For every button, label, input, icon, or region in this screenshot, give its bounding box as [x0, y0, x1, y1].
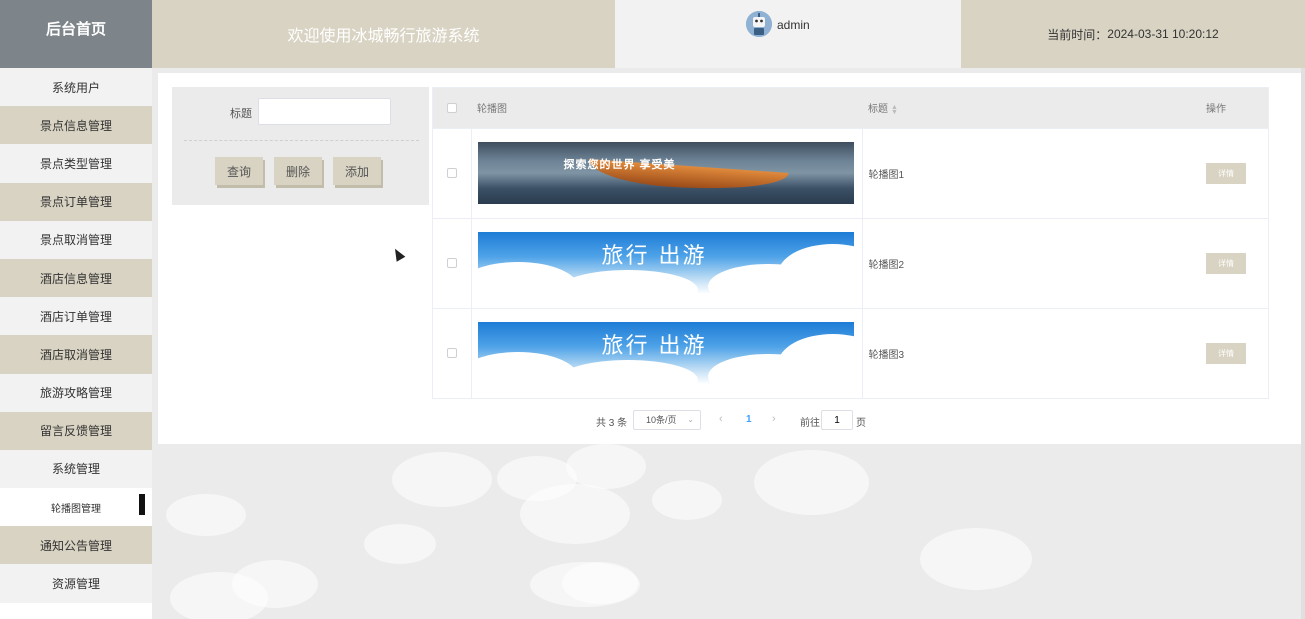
background-bubbles — [152, 444, 1305, 619]
sort-icon[interactable]: ▲ ▼ — [891, 104, 898, 116]
time-value: 2024-03-31 10:20:12 — [1107, 27, 1219, 41]
row-checkbox[interactable] — [446, 257, 457, 268]
sidebar-item-feedback[interactable]: 留言反馈管理 — [0, 411, 152, 450]
sidebar-item-attraction-info[interactable]: 景点信息管理 — [0, 106, 152, 145]
prev-page-icon[interactable]: ‹ — [719, 413, 723, 425]
sidebar-item-hotel-orders[interactable]: 酒店订单管理 — [0, 297, 152, 336]
banner-text: 旅行 出游 — [601, 334, 707, 360]
table-row: 探索您的世界 享受美 轮播图1 详情 — [433, 127, 1268, 218]
page-number[interactable]: 1 — [746, 414, 752, 425]
image-cell: 旅行 出游 — [471, 217, 863, 308]
sidebar-item-attraction-orders[interactable]: 景点订单管理 — [0, 182, 152, 221]
carousel-image[interactable]: 探索您的世界 享受美 — [477, 142, 854, 204]
title-label: 标题 — [230, 108, 252, 120]
select-all-checkbox[interactable] — [447, 102, 457, 113]
divider — [184, 140, 419, 141]
action-cell: 详情 — [1188, 127, 1268, 218]
sidebar-item-resources[interactable]: 资源管理 — [0, 564, 152, 603]
page-suffix: 页 — [856, 418, 866, 429]
sidebar-item-system-users[interactable]: 系统用户 — [0, 68, 152, 107]
row-checkbox-cell — [433, 217, 472, 308]
select-all-cell — [433, 88, 471, 128]
sidebar-item-carousel[interactable]: 轮播图管理 — [0, 488, 152, 527]
search-box: 标题 查询 删除 添加 — [172, 87, 429, 205]
action-cell: 详情 — [1188, 307, 1268, 398]
title-cell: 轮播图1 — [862, 127, 1188, 218]
page-size-value: 10条/页 — [646, 415, 677, 425]
current-time: 当前时间： 2024-03-31 10:20:12 — [961, 0, 1305, 68]
row-checkbox[interactable] — [446, 348, 457, 359]
sidebar-item-hotel-cancel[interactable]: 酒店取消管理 — [0, 335, 152, 374]
title-cell: 轮播图2 — [862, 217, 1188, 308]
column-header-image: 轮播图 — [471, 88, 862, 128]
sidebar-item-attraction-cancel[interactable]: 景点取消管理 — [0, 220, 152, 259]
banner-text: 探索您的世界 享受美 — [563, 159, 676, 171]
goto-page-input[interactable] — [821, 410, 853, 430]
image-cell: 旅行 出游 — [471, 307, 863, 398]
carousel-table: 轮播图 标题 ▲ ▼ 操作 探索您的世界 享受美 轮播图1 详情 旅行 出游 轮… — [432, 87, 1269, 399]
column-header-action: 操作 — [1188, 88, 1268, 128]
carousel-image[interactable]: 旅行 出游 — [477, 322, 854, 385]
detail-button[interactable]: 详情 — [1206, 342, 1246, 364]
row-checkbox-cell — [433, 127, 472, 218]
image-cell: 探索您的世界 享受美 — [471, 127, 863, 218]
table-row: 旅行 出游 轮播图2 详情 — [433, 217, 1268, 308]
detail-button[interactable]: 详情 — [1206, 252, 1246, 274]
query-button[interactable]: 查询 — [215, 157, 263, 185]
column-header-title[interactable]: 标题 ▲ ▼ — [862, 88, 1188, 128]
delete-button[interactable]: 删除 — [274, 157, 322, 185]
title-cell: 轮播图3 — [862, 307, 1188, 398]
sidebar-item-notices[interactable]: 通知公告管理 — [0, 526, 152, 565]
system-title: 欢迎使用冰城畅行旅游系统 — [152, 0, 615, 68]
column-header-title-label: 标题 — [868, 104, 888, 116]
sidebar: 系统用户 景点信息管理 景点类型管理 景点订单管理 景点取消管理 酒店信息管理 … — [0, 68, 152, 619]
carousel-image[interactable]: 旅行 出游 — [477, 232, 854, 294]
banner-text: 旅行 出游 — [601, 244, 707, 269]
page-size-select[interactable]: 10条/页 ⌄ — [633, 410, 701, 430]
sidebar-item-travel-guides[interactable]: 旅游攻略管理 — [0, 373, 152, 412]
time-label: 当前时间： — [1047, 27, 1108, 42]
home-link[interactable]: 后台首页 — [0, 0, 152, 68]
goto-label: 前往 — [800, 418, 820, 429]
table-row: 旅行 出游 轮播图3 详情 — [433, 307, 1268, 398]
chevron-down-icon: ⌄ — [687, 415, 694, 424]
title-search-input[interactable] — [258, 98, 391, 125]
detail-button[interactable]: 详情 — [1206, 162, 1246, 184]
row-checkbox[interactable] — [446, 167, 457, 178]
sidebar-item-attraction-type[interactable]: 景点类型管理 — [0, 144, 152, 183]
scrollbar[interactable] — [1301, 68, 1305, 619]
sidebar-item-hotel-info[interactable]: 酒店信息管理 — [0, 258, 152, 298]
total-count: 共 3 条 — [596, 418, 628, 429]
pagination: 共 3 条 10条/页 ⌄ ‹ 1 › 前往 页 — [158, 410, 1301, 430]
user-panel[interactable]: admin — [615, 0, 961, 68]
row-checkbox-cell — [433, 307, 472, 398]
action-cell: 详情 — [1188, 217, 1268, 308]
avatar-icon — [746, 11, 772, 37]
active-indicator — [139, 494, 145, 516]
username: admin — [777, 18, 810, 32]
main-panel: 标题 查询 删除 添加 轮播图 标题 ▲ ▼ 操作 探索您的世界 享受美 轮播图… — [158, 73, 1301, 444]
next-page-icon[interactable]: › — [772, 413, 776, 425]
sidebar-item-label: 轮播图管理 — [51, 503, 101, 515]
add-button[interactable]: 添加 — [333, 157, 381, 185]
table-header: 轮播图 标题 ▲ ▼ 操作 — [433, 88, 1268, 128]
sidebar-item-system-mgmt[interactable]: 系统管理 — [0, 449, 152, 489]
